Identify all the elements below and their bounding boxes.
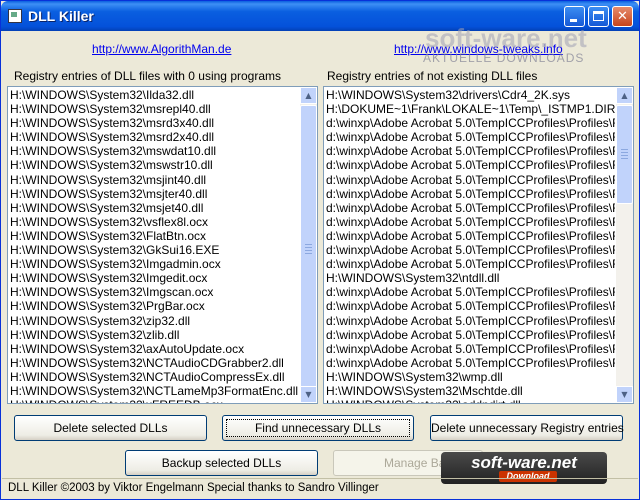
backup-selected-dlls-button[interactable]: Backup selected DLLs [125, 450, 318, 476]
grip-line [305, 247, 312, 248]
missing-dll-list[interactable]: H:\WINDOWS\System32\drivers\Cdr4_2K.sys H… [323, 86, 634, 404]
registry-list-item[interactable]: H:\WINDOWS\System32\ntdll.dll [326, 271, 615, 285]
dll-list-item[interactable]: H:\WINDOWS\System32\mswstr10.dll [10, 158, 299, 172]
dll-list-item[interactable]: H:\WINDOWS\System32\NCTLameMp3FormatEnc.… [10, 384, 299, 398]
dll-list-item[interactable]: H:\WINDOWS\System32\NCTAudioCDGrabber2.d… [10, 356, 299, 370]
registry-list-item[interactable]: d:\winxp\Adobe Acrobat 5.0\TempICCProfil… [326, 130, 615, 144]
arrow-up-icon: ▲ [621, 91, 628, 100]
status-text: DLL Killer ©2003 by Viktor Engelmann Spe… [8, 482, 379, 494]
registry-list-item[interactable]: d:\winxp\Adobe Acrobat 5.0\TempICCProfil… [326, 187, 615, 201]
right-list-label: Registry entries of not existing DLL fil… [327, 69, 538, 83]
maximize-icon [593, 11, 604, 21]
maximize-button[interactable] [588, 6, 609, 27]
dll-list-item[interactable]: H:\WINDOWS\System32\msrepl40.dll [10, 102, 299, 116]
left-scroll-up-button[interactable]: ▲ [300, 87, 317, 104]
left-list-label: Registry entries of DLL files with 0 usi… [14, 69, 281, 83]
grip-line [621, 149, 628, 150]
grip-line [305, 250, 312, 251]
find-unnecessary-dlls-button[interactable]: Find unnecessary DLLs [222, 415, 414, 441]
registry-list-item[interactable]: d:\winxp\Adobe Acrobat 5.0\TempICCProfil… [326, 215, 615, 229]
dll-list-item[interactable]: H:\WINDOWS\System32\axAutoUpdate.ocx [10, 342, 299, 356]
grip-line [305, 244, 312, 245]
registry-list-item[interactable]: d:\winxp\Adobe Acrobat 5.0\TempICCProfil… [326, 158, 615, 172]
registry-list-item[interactable]: d:\winxp\Adobe Acrobat 5.0\TempICCProfil… [326, 356, 615, 370]
arrow-up-icon: ▲ [305, 91, 312, 100]
dll-list-item[interactable]: H:\WINDOWS\System32\PrgBar.ocx [10, 299, 299, 313]
registry-list-item[interactable]: d:\winxp\Adobe Acrobat 5.0\TempICCProfil… [326, 285, 615, 299]
dll-list-item[interactable]: H:\WINDOWS\System32\msjter40.dll [10, 187, 299, 201]
dll-list-item[interactable]: H:\WINDOWS\System32\Imgedit.ocx [10, 271, 299, 285]
registry-list-item[interactable]: H:\WINDOWS\System32\drivers\Cdr4_2K.sys [326, 88, 615, 102]
unused-dll-items: H:\WINDOWS\System32\Ilda32.dll H:\WINDOWS… [10, 88, 299, 403]
delete-selected-dlls-button[interactable]: Delete selected DLLs [14, 415, 207, 441]
unused-dll-list[interactable]: H:\WINDOWS\System32\Ilda32.dll H:\WINDOWS… [7, 86, 318, 404]
status-bar: DLL Killer ©2003 by Viktor Engelmann Spe… [2, 478, 638, 498]
dll-list-item[interactable]: H:\WINDOWS\System32\xFREEDB.ocx [10, 398, 299, 403]
registry-list-item[interactable]: d:\winxp\Adobe Acrobat 5.0\TempICCProfil… [326, 243, 615, 257]
registry-list-item[interactable]: d:\winxp\Adobe Acrobat 5.0\TempICCProfil… [326, 201, 615, 215]
dll-list-item[interactable]: H:\WINDOWS\System32\zip32.dll [10, 314, 299, 328]
dll-list-item[interactable]: H:\WINDOWS\System32\vsflex8l.ocx [10, 215, 299, 229]
dll-list-item[interactable]: H:\WINDOWS\System32\Imgscan.ocx [10, 285, 299, 299]
registry-list-item[interactable]: d:\winxp\Adobe Acrobat 5.0\TempICCProfil… [326, 328, 615, 342]
dll-list-item[interactable]: H:\WINDOWS\System32\NCTAudioCompressEx.d… [10, 370, 299, 384]
grip-line [621, 152, 628, 153]
delete-registry-entries-button[interactable]: Delete unnecessary Registry entries [430, 415, 624, 441]
registry-list-item[interactable]: d:\winxp\Adobe Acrobat 5.0\TempICCProfil… [326, 173, 615, 187]
registry-list-item[interactable]: d:\winxp\Adobe Acrobat 5.0\TempICCProfil… [326, 314, 615, 328]
window-title: DLL Killer [28, 8, 94, 24]
algorithman-link[interactable]: http://www.AlgorithMan.de [92, 42, 231, 56]
registry-list-item[interactable]: d:\winxp\Adobe Acrobat 5.0\TempICCProfil… [326, 342, 615, 356]
registry-list-item[interactable]: d:\winxp\Adobe Acrobat 5.0\TempICCProfil… [326, 299, 615, 313]
dll-list-item[interactable]: H:\WINDOWS\System32\msjet40.dll [10, 201, 299, 215]
app-window: DLL Killer ✕ http://www.AlgorithMan.de h… [0, 0, 640, 500]
registry-list-item[interactable]: d:\winxp\Adobe Acrobat 5.0\TempICCProfil… [326, 116, 615, 130]
registry-list-item[interactable]: d:\winxp\Adobe Acrobat 5.0\TempICCProfil… [326, 257, 615, 271]
dll-list-item[interactable]: H:\WINDOWS\System32\msrd3x40.dll [10, 116, 299, 130]
close-button[interactable]: ✕ [612, 6, 633, 27]
grip-line [621, 158, 628, 159]
right-scroll-up-button[interactable]: ▲ [616, 87, 633, 104]
registry-list-item[interactable]: H:\WINDOWS\System32\Mschtde.dll [326, 384, 615, 398]
right-scroll-thumb[interactable] [616, 105, 633, 204]
left-scroll-thumb[interactable] [300, 105, 317, 389]
minimize-icon [570, 19, 577, 22]
registry-list-item[interactable]: d:\winxp\Adobe Acrobat 5.0\TempICCProfil… [326, 229, 615, 243]
dll-list-item[interactable]: H:\WINDOWS\System32\zlib.dll [10, 328, 299, 342]
close-icon: ✕ [617, 9, 628, 24]
dll-list-item[interactable]: H:\WINDOWS\System32\mswdat10.dll [10, 144, 299, 158]
dll-list-item[interactable]: H:\WINDOWS\System32\FlatBtn.ocx [10, 229, 299, 243]
dll-list-item[interactable]: H:\WINDOWS\System32\Imgadmin.ocx [10, 257, 299, 271]
registry-list-item[interactable]: H:\DOKUME~1\Frank\LOKALE~1\Temp\_ISTMP1.… [326, 102, 615, 116]
app-icon[interactable] [8, 9, 22, 23]
right-scroll-down-button[interactable]: ▼ [616, 386, 633, 403]
dll-list-item[interactable]: H:\WINDOWS\System32\msjint40.dll [10, 173, 299, 187]
grip-line [621, 155, 628, 156]
left-list-scrollbar[interactable]: ▲ ▼ [300, 87, 317, 403]
missing-dll-items: H:\WINDOWS\System32\drivers\Cdr4_2K.sys H… [326, 88, 615, 403]
watermark-badge-brand: soft-ware.net [471, 453, 577, 472]
registry-list-item[interactable]: d:\winxp\Adobe Acrobat 5.0\TempICCProfil… [326, 144, 615, 158]
watermark-brand: soft-ware.net [425, 23, 587, 53]
dll-list-item[interactable]: H:\WINDOWS\System32\msrd2x40.dll [10, 130, 299, 144]
arrow-down-icon: ▼ [305, 390, 312, 399]
watermark-subtitle: AKTUELLE DOWNLOADS [423, 51, 585, 65]
dll-list-item[interactable]: H:\WINDOWS\System32\GkSui16.EXE [10, 243, 299, 257]
registry-list-item[interactable]: H:\WINDOWS\System32\wmp.dll [326, 370, 615, 384]
right-list-scrollbar[interactable]: ▲ ▼ [616, 87, 633, 403]
dll-list-item[interactable]: H:\WINDOWS\System32\Ilda32.dll [10, 88, 299, 102]
registry-list-item[interactable]: H:\WINDOWS\System32\addndirt.dll [326, 398, 615, 403]
arrow-down-icon: ▼ [621, 390, 628, 399]
left-scroll-down-button[interactable]: ▼ [300, 386, 317, 403]
grip-line [305, 253, 312, 254]
